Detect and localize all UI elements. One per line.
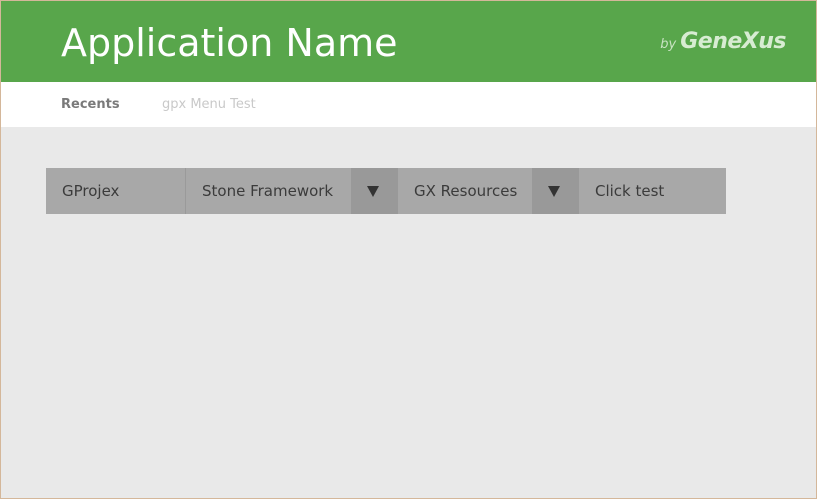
menu-item-gx-resources[interactable]: GX Resources bbox=[398, 168, 532, 214]
recents-bar: Recents gpx Menu Test bbox=[1, 82, 816, 127]
gx-resources-dropdown-toggle[interactable] bbox=[532, 168, 579, 214]
app-window: Application Name by GeneXus Recents gpx M… bbox=[0, 0, 817, 499]
genexus-logo: by GeneXus bbox=[660, 29, 786, 54]
tab-recents[interactable]: Recents bbox=[61, 82, 120, 127]
app-header: Application Name by GeneXus bbox=[1, 1, 816, 82]
main-menu: GProjex Stone Framework GX Resources Cli… bbox=[46, 168, 726, 214]
brand-by-text: by bbox=[660, 37, 677, 52]
caret-down-icon bbox=[367, 186, 379, 197]
menu-item-stone-framework[interactable]: Stone Framework bbox=[186, 168, 351, 214]
app-title: Application Name bbox=[61, 21, 398, 65]
caret-down-icon bbox=[548, 186, 560, 197]
tab-gpx-menu-test[interactable]: gpx Menu Test bbox=[162, 82, 256, 127]
brand-name: GeneXus bbox=[680, 29, 786, 54]
menu-item-click-test[interactable]: Click test bbox=[579, 168, 726, 214]
menu-item-gprojex[interactable]: GProjex bbox=[46, 168, 186, 214]
stone-framework-dropdown-toggle[interactable] bbox=[351, 168, 398, 214]
